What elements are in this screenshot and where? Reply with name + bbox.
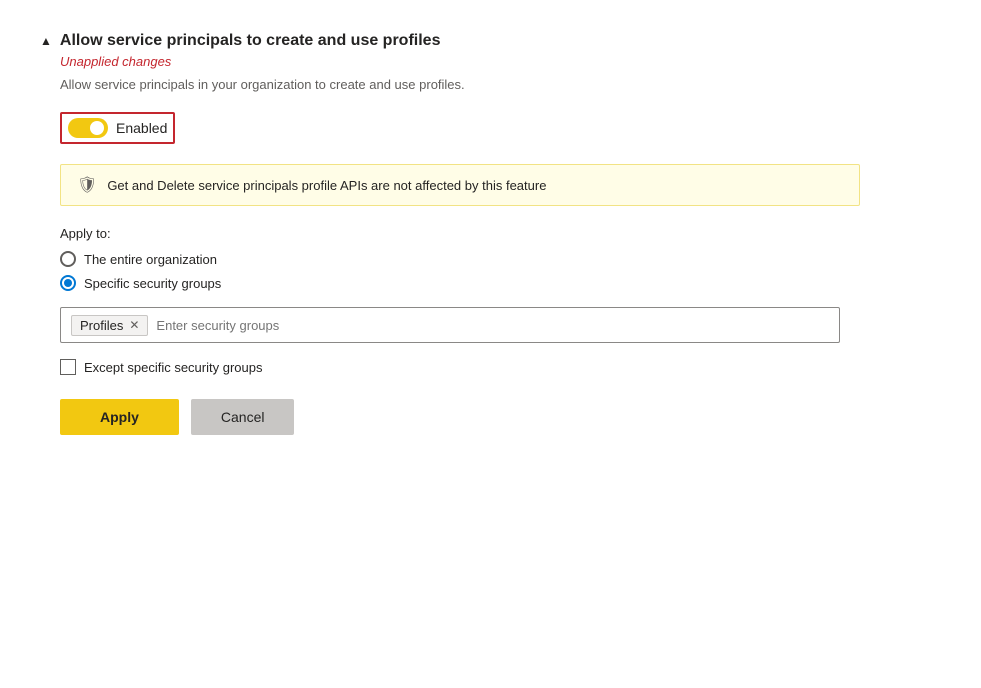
tag-close-icon[interactable]: ✕ (129, 318, 139, 332)
unapplied-changes-label: Unapplied changes (60, 54, 860, 69)
except-checkbox-row[interactable]: Except specific security groups (60, 359, 860, 375)
enabled-toggle[interactable] (68, 118, 108, 138)
section-header: ▲ Allow service principals to create and… (40, 32, 860, 50)
profiles-tag: Profiles ✕ (71, 315, 148, 336)
radio-entire-org-label: The entire organization (84, 252, 217, 267)
radio-specific-groups-label: Specific security groups (84, 276, 221, 291)
apply-to-label: Apply to: (60, 226, 860, 241)
button-row: Apply Cancel (60, 399, 860, 435)
radio-specific-groups-button[interactable] (60, 275, 76, 291)
toggle-row: Enabled (60, 112, 860, 144)
radio-specific-groups[interactable]: Specific security groups (60, 275, 860, 291)
cancel-button[interactable]: Cancel (191, 399, 295, 435)
radio-entire-org[interactable]: The entire organization (60, 251, 860, 267)
security-groups-input-field[interactable]: Profiles ✕ (60, 307, 840, 343)
info-shield-icon: 🛡 (77, 175, 97, 195)
info-banner-text: Get and Delete service principals profil… (107, 178, 546, 193)
tag-label: Profiles (80, 318, 123, 333)
toggle-thumb (90, 121, 104, 135)
radio-entire-org-button[interactable] (60, 251, 76, 267)
except-checkbox-label: Except specific security groups (84, 360, 262, 375)
section-description: Allow service principals in your organiz… (60, 77, 860, 92)
security-groups-text-input[interactable] (156, 318, 829, 333)
collapse-arrow-icon[interactable]: ▲ (40, 34, 52, 48)
info-banner: 🛡 Get and Delete service principals prof… (60, 164, 860, 206)
main-container: ▲ Allow service principals to create and… (0, 0, 900, 467)
except-checkbox[interactable] (60, 359, 76, 375)
apply-to-radio-group: The entire organization Specific securit… (60, 251, 860, 291)
radio-dot (64, 279, 72, 287)
apply-button[interactable]: Apply (60, 399, 179, 435)
section-title: Allow service principals to create and u… (60, 32, 441, 50)
toggle-label: Enabled (116, 120, 167, 136)
toggle-wrapper[interactable]: Enabled (60, 112, 175, 144)
